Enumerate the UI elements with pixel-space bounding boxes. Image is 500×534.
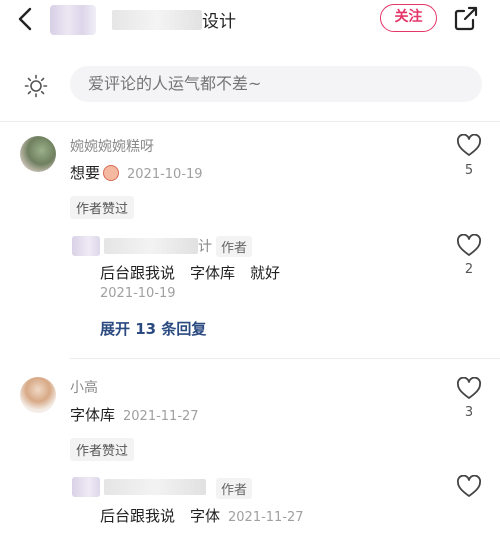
author-liked-badge: 作者赞过	[70, 438, 135, 461]
author-name-blurred	[112, 10, 202, 30]
author-badge: 作者	[216, 236, 253, 257]
comment-date: 2021-11-27	[123, 409, 199, 424]
expand-replies-link[interactable]: 展开 13 条回复	[100, 318, 206, 339]
comment-divider	[70, 358, 500, 359]
comment-text: 字体库	[70, 406, 116, 424]
reply-content: 后台跟我说 字体库 就好	[100, 264, 281, 282]
avatar[interactable]	[20, 377, 56, 413]
comment-input-row	[0, 64, 500, 108]
reply-avatar[interactable]	[72, 477, 100, 497]
heart-icon[interactable]	[456, 134, 482, 158]
author-badge: 作者	[216, 478, 253, 499]
top-bar: 设计 关注	[0, 0, 500, 40]
author-name[interactable]: 设计	[202, 7, 236, 32]
like-count: 3	[464, 405, 474, 420]
reply-text: 后台跟我说 字体	[100, 507, 221, 525]
reply-content: 后台跟我说 字体 2021-11-27	[100, 505, 304, 526]
sun-icon[interactable]	[24, 74, 48, 98]
author-avatar[interactable]	[50, 5, 96, 35]
reply-avatar[interactable]	[72, 236, 100, 256]
comment-input[interactable]	[70, 66, 482, 102]
comment-text: 想要	[70, 164, 101, 182]
emoji-icon	[103, 164, 120, 181]
like-count: 5	[464, 163, 474, 178]
heart-icon[interactable]	[456, 377, 482, 401]
comment-date: 2021-10-19	[127, 167, 203, 182]
reply-name-blurred	[104, 238, 198, 254]
comment-content: 想要 2021-10-19	[70, 162, 203, 183]
comment-content: 字体库 2021-11-27	[70, 404, 199, 425]
follow-button[interactable]: 关注	[380, 4, 437, 32]
reply-name-blurred	[104, 479, 206, 495]
reply-date: 2021-11-27	[228, 510, 304, 525]
section-divider	[0, 121, 500, 122]
heart-icon[interactable]	[456, 234, 482, 258]
share-icon[interactable]	[452, 4, 480, 32]
like-count: 2	[464, 262, 474, 277]
reply-date: 2021-10-19	[100, 286, 176, 301]
heart-icon[interactable]	[456, 475, 482, 499]
avatar[interactable]	[20, 136, 56, 172]
comment-username[interactable]: 婉婉婉婉糕呀	[70, 136, 154, 156]
author-liked-badge: 作者赞过	[70, 196, 135, 219]
back-arrow-icon[interactable]	[14, 6, 38, 32]
reply-username[interactable]: 计	[198, 236, 212, 256]
comment-username[interactable]: 小高	[70, 377, 98, 397]
